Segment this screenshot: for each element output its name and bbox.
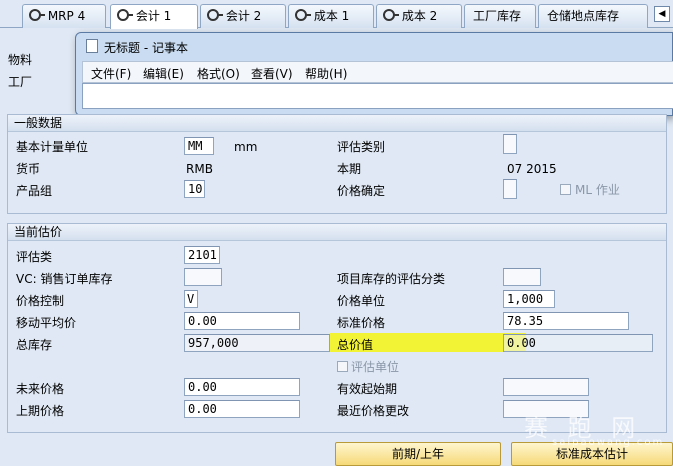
tab-label: MRP 4 (47, 9, 86, 23)
material-label: 物料 (8, 53, 33, 67)
ml-active-label: ML 作业 (575, 183, 620, 197)
product-group-label: 产品组 (16, 184, 53, 198)
tab-costing2[interactable]: 成本 2 (376, 4, 462, 28)
total-stock-label: 总库存 (16, 338, 53, 352)
moving-average-price-field[interactable]: 0.00 (184, 312, 300, 330)
price-control-label: 价格控制 (16, 294, 65, 308)
tab-label: 仓储地点库存 (547, 9, 620, 23)
product-group-field[interactable]: 10 (184, 180, 205, 198)
menu-help[interactable]: 帮助(H) (305, 65, 347, 82)
project-stock-valuation-field[interactable] (503, 268, 541, 286)
standard-price-label: 标准价格 (337, 316, 386, 330)
menu-file[interactable]: 文件(F) (91, 65, 131, 82)
base-uom-text: mm (234, 140, 258, 154)
price-unit-field[interactable]: 1,000 (503, 290, 555, 308)
currency-value: RMB (186, 162, 213, 176)
previous-price-field[interactable]: 0.00 (184, 400, 300, 418)
tab-label: 成本 1 (313, 9, 350, 23)
base-uom-field[interactable]: MM (184, 137, 214, 155)
tab-label: 工厂库存 (473, 9, 522, 23)
lens-icon (383, 9, 399, 21)
lens-icon (29, 9, 45, 21)
vc-sales-order-stock-label: VC: 销售订单库存 (16, 272, 113, 286)
vc-sales-order-stock-field[interactable] (184, 268, 222, 286)
price-determination-field[interactable] (503, 179, 517, 199)
valuation-class-label: 评估类 (16, 250, 53, 264)
plant-label: 工厂 (8, 75, 33, 89)
tab-label: 会计 1 (135, 9, 172, 23)
menu-view[interactable]: 查看(V) (251, 65, 293, 82)
lens-icon (295, 9, 311, 21)
future-price-field[interactable]: 0.00 (184, 378, 300, 396)
notepad-icon (86, 39, 98, 53)
base-uom-label: 基本计量单位 (16, 140, 89, 154)
current-period-value: 07 2015 (507, 162, 557, 176)
currency-label: 货币 (16, 162, 41, 176)
notepad-window[interactable]: 无标题 - 记事本 文件(F) 编辑(E) 格式(O) 查看(V) 帮助(H) (75, 32, 673, 116)
price-determination-label: 价格确定 (337, 184, 386, 198)
previous-price-label: 上期价格 (16, 404, 65, 418)
lens-icon (207, 9, 223, 21)
menu-format[interactable]: 格式(O) (197, 65, 240, 82)
valuation-category-label: 评估类别 (337, 140, 386, 154)
tab-plant-stock[interactable]: 工厂库存 (464, 4, 536, 28)
tab-storage-location-stock[interactable]: 仓储地点库存 (538, 4, 648, 28)
tab-label: 成本 2 (401, 9, 438, 23)
last-price-change-label: 最近价格更改 (337, 404, 410, 418)
notepad-text-area[interactable] (82, 83, 673, 109)
current-valuation-title: 当前估价 (8, 224, 666, 241)
total-value-label: 总价值 (337, 338, 374, 352)
ml-active-checkbox[interactable] (560, 184, 571, 195)
tab-accounting2[interactable]: 会计 2 (200, 4, 286, 28)
general-data-title: 一般数据 (8, 115, 666, 132)
notepad-title: 无标题 - 记事本 (104, 41, 188, 55)
tab-scroll-left-icon[interactable]: ◀ (654, 6, 670, 22)
future-price-label: 未来价格 (16, 382, 65, 396)
menu-edit[interactable]: 编辑(E) (143, 65, 184, 82)
price-control-field[interactable]: V (184, 290, 198, 308)
valuated-unit-label: 评估单位 (351, 360, 400, 374)
valuation-category-field[interactable] (503, 134, 517, 154)
tab-strip: MRP 4 会计 1 会计 2 成本 1 成本 2 工厂库存 仓储地点库存 ◀ (0, 0, 673, 29)
tab-label: 会计 2 (225, 9, 262, 23)
tab-mrp4[interactable]: MRP 4 (22, 4, 106, 28)
standard-price-field[interactable]: 78.35 (503, 312, 629, 330)
price-unit-label: 价格单位 (337, 294, 386, 308)
valuation-class-field[interactable]: 2101 (184, 246, 220, 264)
tab-accounting1[interactable]: 会计 1 (110, 4, 198, 29)
valuated-unit-checkbox[interactable] (337, 361, 348, 372)
total-stock-field[interactable]: 957,000 (184, 334, 330, 352)
project-stock-valuation-label: 项目库存的评估分类 (337, 272, 446, 286)
lens-icon (117, 9, 133, 21)
previous-period-button[interactable]: 前期/上年 (335, 442, 501, 466)
notepad-menubar: 文件(F) 编辑(E) 格式(O) 查看(V) 帮助(H) (82, 61, 673, 83)
watermark-url: saipaowang.com (552, 437, 665, 448)
total-value-field[interactable]: 0.00 (503, 334, 653, 352)
current-period-label: 本期 (337, 162, 362, 176)
valid-from-field[interactable] (503, 378, 589, 396)
moving-average-price-label: 移动平均价 (16, 316, 77, 330)
valid-from-label: 有效起始期 (337, 382, 398, 396)
tab-costing1[interactable]: 成本 1 (288, 4, 374, 28)
